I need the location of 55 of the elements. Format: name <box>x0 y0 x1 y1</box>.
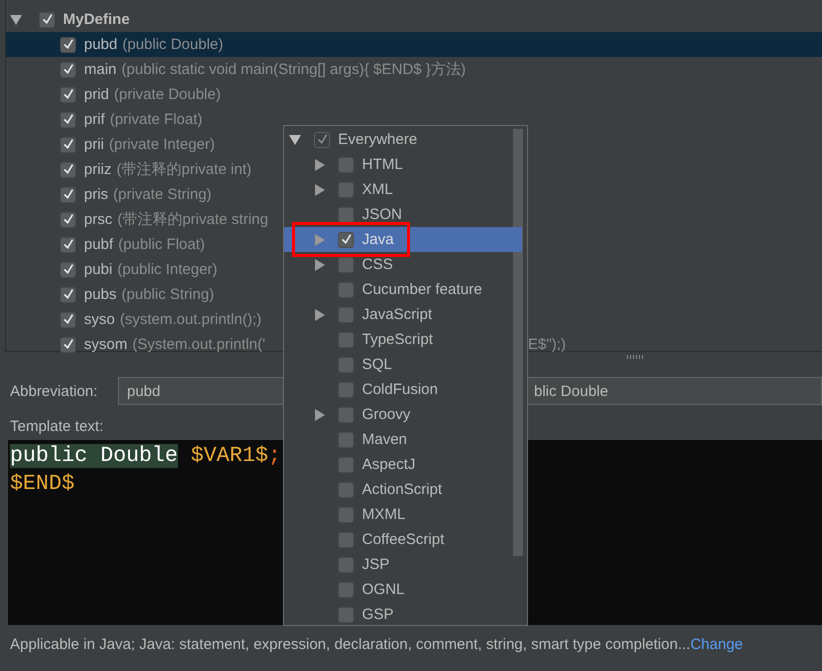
context-label: CoffeeScript <box>362 531 444 548</box>
template-abbreviation: pubf <box>84 236 114 253</box>
context-label: JSON <box>362 206 402 223</box>
context-label: XML <box>362 181 393 198</box>
template-description: (System.out.println(' <box>132 336 266 353</box>
template-description: (private Float) <box>110 111 202 128</box>
context-label: TypeScript <box>362 331 433 348</box>
abbreviation-label: Abbreviation: <box>10 382 99 400</box>
template-abbreviation: syso <box>84 311 115 328</box>
template-abbreviation: main <box>84 61 117 78</box>
template-abbreviation: pris <box>84 186 108 203</box>
applicable-contexts-text: Applicable in Java; Java: statement, expression, declaration, comment, string, smart type completion... <box>10 636 690 653</box>
template-description: E$");) <box>528 336 566 353</box>
context-label: Java <box>362 231 394 248</box>
template-abbreviation: priiz <box>84 161 112 178</box>
code-text: $VAR1$ <box>190 444 268 468</box>
context-label: Everywhere <box>338 131 418 148</box>
template-abbreviation: prif <box>84 111 105 128</box>
template-description: (带注释的private int) <box>116 160 252 179</box>
template-description: (private Double) <box>114 86 221 103</box>
context-label: Maven <box>362 431 408 448</box>
context-label: GSP <box>362 606 394 623</box>
template-description: (带注释的private string <box>117 210 268 229</box>
code-text: $END$ <box>10 472 75 496</box>
group-name: MyDefine <box>63 11 130 28</box>
context-label: OGNL <box>362 581 405 598</box>
template-abbreviation: pubs <box>84 286 117 303</box>
context-label: MXML <box>362 506 406 523</box>
template-description: (public String) <box>122 286 214 303</box>
template-abbreviation: prii <box>84 136 104 153</box>
template-description: (public Integer) <box>117 261 218 278</box>
context-label: ActionScript <box>362 481 442 498</box>
template-description: (private String) <box>113 186 212 203</box>
template-description: (private Integer) <box>109 136 215 153</box>
template-description: (public Double) <box>122 36 224 53</box>
context-label: SQL <box>362 356 392 373</box>
template-description: (public static void main(String[] args){ $END$ }方法) <box>122 60 466 79</box>
context-label: Cucumber feature <box>362 281 482 298</box>
context-label: JSP <box>362 556 390 573</box>
context-label: ColdFusion <box>362 381 438 398</box>
template-abbreviation: pubi <box>84 261 112 278</box>
context-label: HTML <box>362 156 403 173</box>
template-text-label: Template text: <box>10 418 104 435</box>
template-abbreviation: pubd <box>84 36 118 53</box>
code-text: public Double <box>10 444 178 468</box>
context-label: JavaScript <box>362 306 432 323</box>
context-label: AspectJ <box>362 456 416 473</box>
template-description: (public Float) <box>118 236 205 253</box>
code-text: ; <box>268 444 282 468</box>
context-label: CSS <box>362 256 393 273</box>
template-abbreviation: prid <box>84 86 110 103</box>
template-abbreviation: sysom <box>84 336 128 353</box>
template-abbreviation: prsc <box>84 211 112 228</box>
context-label: Groovy <box>362 406 410 423</box>
template-description: (system.out.println();) <box>120 311 262 328</box>
